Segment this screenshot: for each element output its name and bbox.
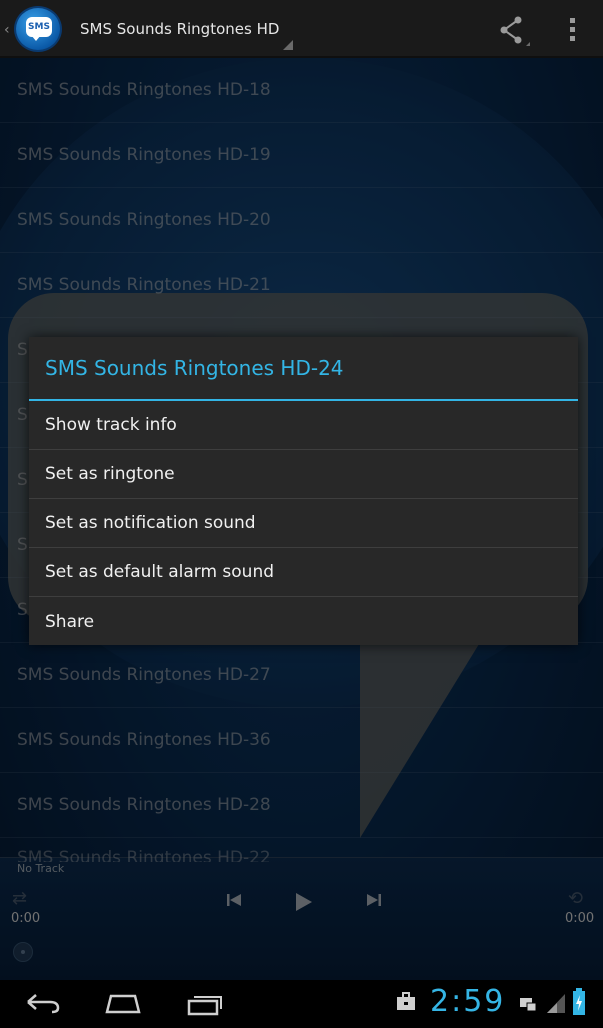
overflow-dot [570, 36, 575, 41]
overflow-dot [570, 27, 575, 32]
dropdown-indicator-icon [283, 40, 293, 50]
menu-item-set-as-ringtone[interactable]: Set as ringtone [29, 450, 578, 499]
app-title[interactable]: SMS Sounds Ringtones HD [80, 20, 279, 38]
signal-icon [546, 992, 566, 1020]
home-icon[interactable] [104, 992, 142, 1020]
status-clock: 2:59 [430, 984, 506, 1019]
back-icon[interactable] [24, 988, 62, 1022]
screen-sync-icon [519, 994, 537, 1019]
app-icon[interactable]: SMS [14, 6, 62, 52]
action-bar: ‹ SMS SMS Sounds Ringtones HD [0, 0, 603, 58]
share-icon[interactable] [490, 12, 534, 48]
system-nav-bar: 2:59 [0, 980, 603, 1028]
overflow-dot [570, 18, 575, 23]
briefcase-icon [396, 992, 416, 1018]
app-icon-label: SMS [26, 17, 52, 41]
up-caret-icon[interactable]: ‹ [4, 22, 10, 38]
menu-item-set-as-notification[interactable]: Set as notification sound [29, 499, 578, 548]
battery-charging-icon [572, 988, 586, 1022]
menu-item-show-track-info[interactable]: Show track info [29, 401, 578, 450]
recent-apps-icon[interactable] [186, 992, 224, 1022]
overflow-menu-icon[interactable] [556, 12, 590, 48]
dialog-title: SMS Sounds Ringtones HD-24 [29, 337, 578, 401]
context-menu-dialog: SMS Sounds Ringtones HD-24 Show track in… [29, 337, 578, 645]
app-screen: SMS Sounds Ringtones HD-18 SMS Sounds Ri… [0, 0, 603, 1028]
menu-item-set-as-alarm[interactable]: Set as default alarm sound [29, 548, 578, 597]
menu-item-share[interactable]: Share [29, 597, 578, 646]
